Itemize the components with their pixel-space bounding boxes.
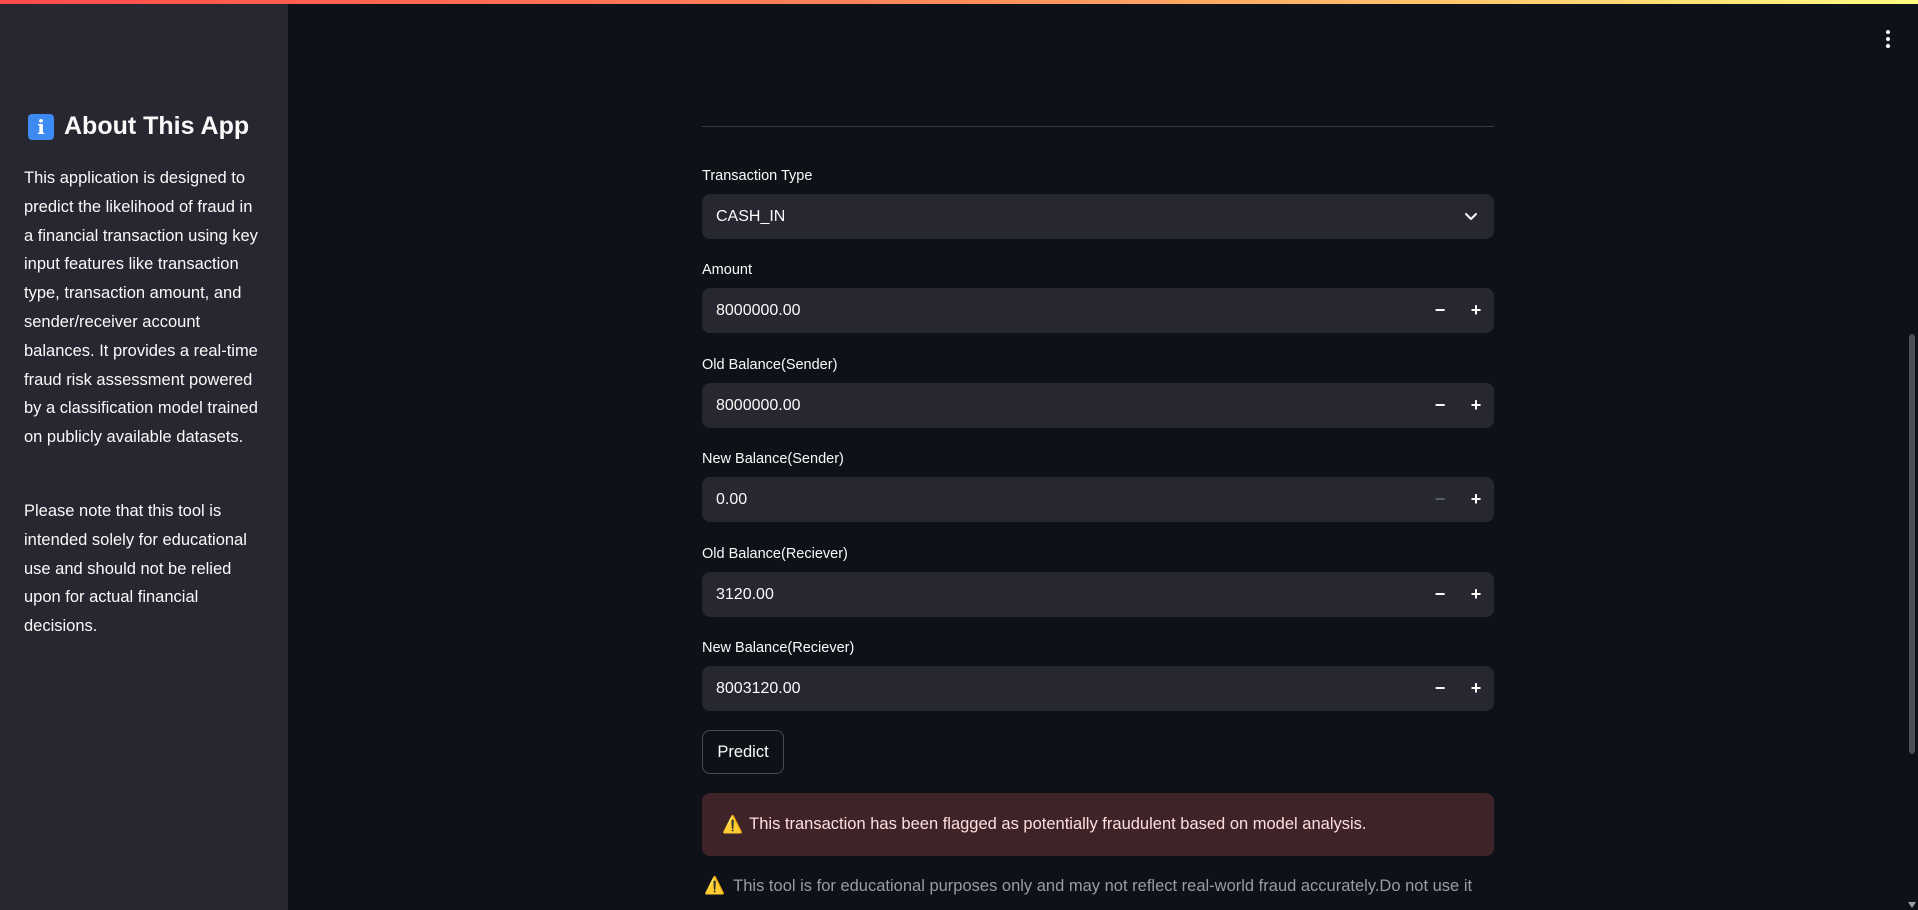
sidebar: i About This App This application is des…: [0, 4, 288, 910]
sidebar-title-text: About This App: [64, 112, 250, 140]
main-area: [288, 4, 1918, 910]
old-balance-sender-decrement-button[interactable]: −: [1422, 383, 1458, 428]
transaction-type-value: CASH_IN: [716, 208, 786, 225]
amount-label: Amount: [702, 262, 752, 278]
sidebar-disclaimer: Please note that this tool is intended s…: [24, 502, 247, 636]
new-balance-receiver-decrement-button[interactable]: −: [1422, 666, 1458, 711]
warning-icon: ⚠️: [722, 814, 744, 834]
old-balance-sender-input[interactable]: 8000000.00 − +: [702, 383, 1494, 428]
old-balance-receiver-label: Old Balance(Reciever): [702, 546, 848, 562]
section-divider: [702, 126, 1494, 127]
new-balance-sender-increment-button[interactable]: +: [1458, 477, 1494, 522]
sidebar-description: This application is designed to predict …: [24, 169, 258, 447]
old-balance-receiver-value: 3120.00: [716, 586, 774, 603]
fraud-alert-text: This transaction has been flagged as pot…: [749, 815, 1367, 833]
new-balance-receiver-value: 8003120.00: [716, 680, 801, 697]
old-balance-sender-increment-button[interactable]: +: [1458, 383, 1494, 428]
scroll-down-icon[interactable]: [1908, 902, 1916, 908]
new-balance-receiver-input[interactable]: 8003120.00 − +: [702, 666, 1494, 711]
info-icon: i: [28, 113, 54, 140]
kebab-menu-icon[interactable]: [1878, 26, 1898, 52]
new-balance-sender-decrement-button[interactable]: −: [1422, 477, 1458, 522]
old-balance-sender-label: Old Balance(Sender): [702, 357, 838, 373]
new-balance-sender-value: 0.00: [716, 491, 748, 508]
old-balance-sender-value: 8000000.00: [716, 397, 801, 414]
old-balance-receiver-increment-button[interactable]: +: [1458, 572, 1494, 617]
amount-increment-button[interactable]: +: [1458, 288, 1494, 333]
new-balance-receiver-label: New Balance(Reciever): [702, 640, 855, 656]
amount-input[interactable]: 8000000.00 − +: [702, 288, 1494, 333]
new-balance-sender-input[interactable]: 0.00 − +: [702, 477, 1494, 522]
old-balance-receiver-decrement-button[interactable]: −: [1422, 572, 1458, 617]
fraud-alert: ⚠️ This transaction has been flagged as …: [702, 793, 1494, 856]
disclaimer: ⚠️ This tool is for educational purposes…: [704, 876, 1472, 896]
chevron-down-icon: [1465, 213, 1477, 220]
transaction-type-label: Transaction Type: [702, 168, 813, 184]
transaction-type-select[interactable]: CASH_IN: [702, 194, 1494, 239]
scrollbar-thumb[interactable]: [1909, 334, 1915, 754]
disclaimer-text: This tool is for educational purposes on…: [733, 876, 1473, 895]
warning-icon: ⚠️: [704, 876, 726, 895]
amount-decrement-button[interactable]: −: [1422, 288, 1458, 333]
new-balance-sender-label: New Balance(Sender): [702, 451, 844, 467]
new-balance-receiver-increment-button[interactable]: +: [1458, 666, 1494, 711]
predict-button[interactable]: Predict: [702, 730, 784, 774]
old-balance-receiver-input[interactable]: 3120.00 − +: [702, 572, 1494, 617]
sidebar-title: i About This App: [28, 112, 249, 141]
amount-value: 8000000.00: [716, 302, 801, 319]
